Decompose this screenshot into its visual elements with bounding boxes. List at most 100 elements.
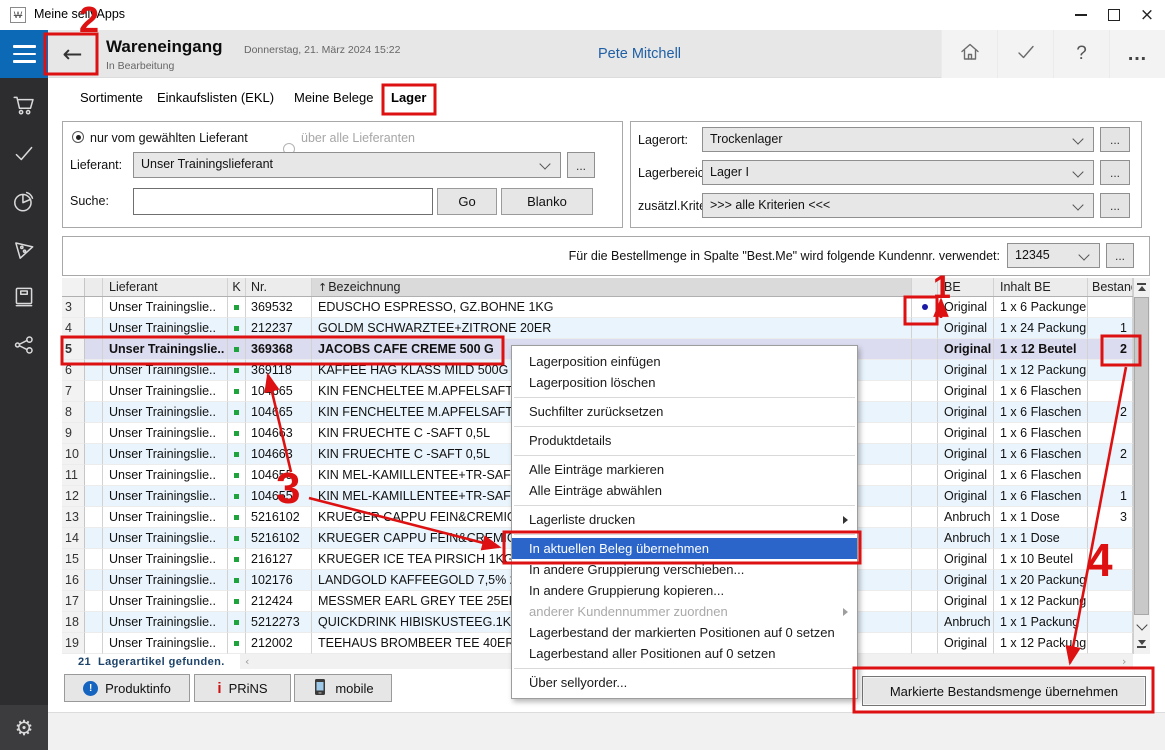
sidebar-item-statistics[interactable] — [0, 181, 48, 225]
header-bestand[interactable]: Bestand — [1088, 278, 1133, 296]
tab-lager[interactable]: Lager — [391, 90, 426, 105]
row-select-cell — [85, 381, 103, 402]
vertical-scrollbar-thumb[interactable] — [1134, 297, 1149, 615]
go-button[interactable]: Go — [437, 188, 497, 215]
prins-button[interactable]: i PRiNS — [194, 674, 291, 702]
row-select-cell — [85, 360, 103, 381]
suche-label: Suche: — [70, 194, 109, 208]
produktinfo-button[interactable]: ! Produktinfo — [64, 674, 190, 702]
lagerort-more-button[interactable]: ... — [1100, 127, 1130, 152]
cell-nr: 216127 — [246, 549, 312, 570]
tab-einkaufslisten[interactable]: Einkaufslisten (EKL) — [157, 90, 274, 105]
context-menu-item[interactable]: In andere Gruppierung verschieben... — [512, 559, 857, 580]
cell-be: Original — [938, 381, 994, 402]
lagerort-dropdown[interactable]: Trockenlager — [702, 127, 1094, 152]
header-k[interactable]: K — [228, 278, 246, 296]
cell-inhalt-be: 1 x 6 Flaschen — [994, 381, 1088, 402]
context-menu-item[interactable]: Suchfilter zurücksetzen — [512, 401, 857, 422]
sidebar-item-cart[interactable] — [0, 85, 48, 129]
confirm-button[interactable] — [997, 30, 1053, 78]
table-row[interactable]: 4 Unser Trainingslie.. 212237 GOLDM SCHW… — [62, 318, 1133, 339]
minimize-button[interactable] — [1065, 0, 1097, 30]
cell-be: Original — [938, 318, 994, 339]
sidebar-item-pizza[interactable] — [0, 229, 48, 273]
header-lieferant[interactable]: Lieferant — [103, 278, 228, 296]
cell-lieferant: Unser Trainingslie.. — [103, 486, 228, 507]
header-inhalt-be[interactable]: Inhalt BE — [994, 278, 1088, 296]
context-menu-item[interactable]: Produktdetails — [512, 430, 857, 451]
cell-inhalt-be: 1 x 12 Packung.. — [994, 591, 1088, 612]
row-number: 19 — [62, 633, 85, 654]
context-menu-item[interactable]: anderer Kundennummer zuordnen — [512, 601, 857, 622]
blanko-button[interactable]: Blanko — [501, 188, 593, 215]
lieferant-label: Lieferant: — [70, 158, 122, 172]
back-button[interactable]: ← — [48, 33, 97, 75]
cell-be: Original — [938, 444, 994, 465]
lieferant-dropdown[interactable]: Unser Trainingslieferant — [133, 152, 561, 178]
cell-marker — [912, 549, 938, 570]
more-options-button[interactable]: … — [1109, 30, 1165, 78]
scroll-bottom-button[interactable] — [1133, 635, 1150, 653]
close-button[interactable]: × — [1131, 0, 1163, 30]
maximize-button[interactable] — [1098, 0, 1130, 30]
cell-nr: 104663 — [246, 423, 312, 444]
tab-sortimente[interactable]: Sortimente — [80, 90, 143, 105]
kundennr-more-button[interactable]: ... — [1106, 243, 1134, 268]
header-bezeichnung[interactable]: ↑Bezeichnung — [312, 278, 912, 296]
sidebar-item-share[interactable] — [0, 325, 48, 369]
sidebar-item-tasks[interactable] — [0, 133, 48, 177]
context-menu-item[interactable]: Lagerbestand der markierten Positionen a… — [512, 622, 857, 643]
lagerbereich-dropdown[interactable]: Lager I — [702, 160, 1094, 185]
scroll-right-icon[interactable]: › — [1122, 655, 1126, 668]
row-number: 5 — [62, 339, 85, 360]
cell-nr: 369368 — [246, 339, 312, 360]
uebernehmen-button[interactable]: Markierte Bestandsmenge übernehmen — [862, 676, 1146, 706]
row-select-cell — [85, 465, 103, 486]
lagerort-label: Lagerort: — [638, 133, 688, 147]
radio-selected-supplier[interactable] — [72, 131, 84, 143]
table-row[interactable]: 3 Unser Trainingslie.. 369532 EDUSCHO ES… — [62, 297, 1133, 318]
cell-lieferant: Unser Trainingslie.. — [103, 381, 228, 402]
scroll-down-button[interactable] — [1133, 616, 1150, 634]
context-menu-item[interactable]: Lagerposition einfügen — [512, 351, 857, 372]
cell-k — [228, 381, 246, 402]
header-nr[interactable]: Nr. — [246, 278, 312, 296]
mobile-button[interactable]: mobile — [294, 674, 392, 702]
kundennr-dropdown[interactable]: 12345 — [1007, 243, 1100, 268]
cell-marker — [912, 633, 938, 654]
home-button[interactable] — [941, 30, 997, 78]
header-be[interactable]: BE — [938, 278, 994, 296]
cell-lieferant: Unser Trainingslie.. — [103, 507, 228, 528]
lagerbereich-more-button[interactable]: ... — [1100, 160, 1130, 185]
sidebar-item-catalog[interactable] — [0, 277, 48, 321]
question-mark-icon: ? — [1076, 43, 1087, 65]
help-button[interactable]: ? — [1053, 30, 1109, 78]
cell-k — [228, 444, 246, 465]
context-menu-item[interactable]: Über sellyorder... — [512, 672, 857, 693]
context-menu-item[interactable]: Lagerbestand aller Positionen auf 0 setz… — [512, 643, 857, 664]
cell-be: Original — [938, 570, 994, 591]
app-icon: W — [10, 7, 26, 23]
context-menu-item[interactable]: In andere Gruppierung kopieren... — [512, 580, 857, 601]
hamburger-menu-button[interactable] — [0, 30, 48, 78]
cell-lieferant: Unser Trainingslie.. — [103, 318, 228, 339]
context-menu-item[interactable]: Lagerliste drucken — [512, 509, 857, 530]
minimize-icon — [1075, 14, 1087, 16]
kriterien-dropdown[interactable]: >>> alle Kriterien <<< — [702, 193, 1094, 218]
lieferant-more-button[interactable]: ... — [567, 152, 595, 178]
context-menu-item[interactable]: In aktuellen Beleg übernehmen — [512, 538, 857, 559]
cell-marker — [912, 360, 938, 381]
row-select-cell — [85, 318, 103, 339]
search-input[interactable] — [133, 188, 433, 215]
scroll-top-button[interactable] — [1133, 278, 1150, 296]
context-menu-item[interactable]: Alle Einträge markieren — [512, 459, 857, 480]
cell-k — [228, 507, 246, 528]
context-menu-item[interactable]: Lagerposition löschen — [512, 372, 857, 393]
scroll-left-icon[interactable]: ‹ — [245, 655, 249, 668]
kriterien-more-button[interactable]: ... — [1100, 193, 1130, 218]
check-icon — [11, 140, 37, 171]
cell-lieferant: Unser Trainingslie.. — [103, 297, 228, 318]
tab-meine-belege[interactable]: Meine Belege — [294, 90, 374, 105]
gear-icon[interactable]: ⚙ — [15, 716, 34, 740]
context-menu-item[interactable]: Alle Einträge abwählen — [512, 480, 857, 501]
